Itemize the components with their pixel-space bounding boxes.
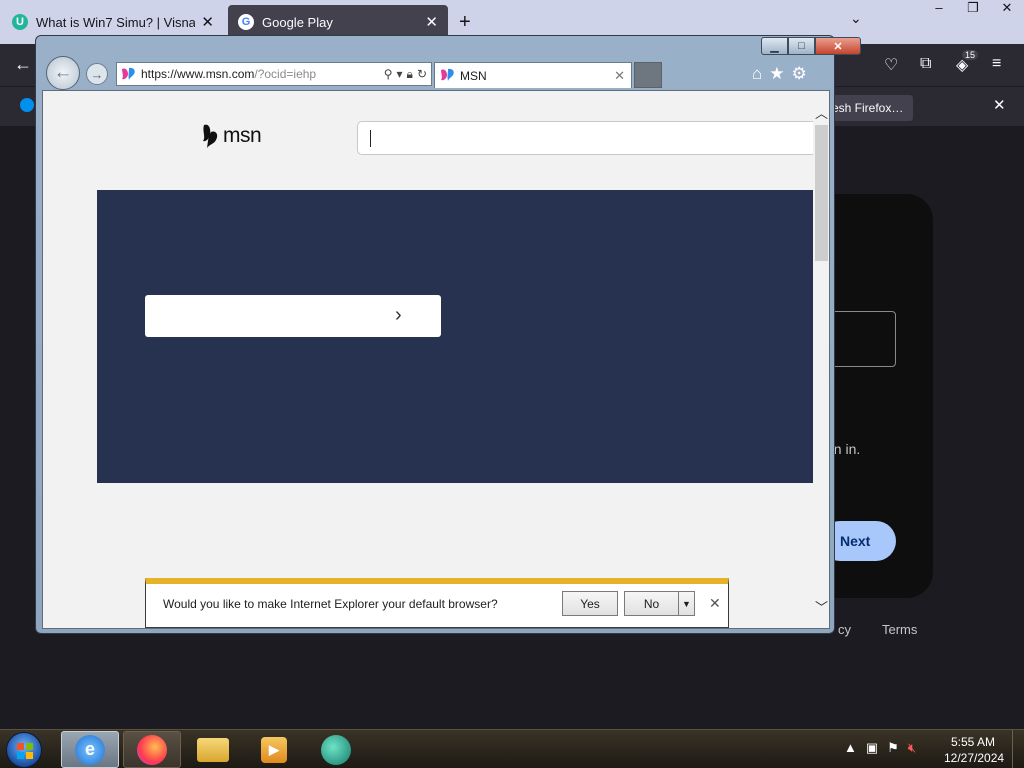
home-icon[interactable]: ⌂ bbox=[752, 64, 762, 84]
firefox-icon bbox=[137, 734, 167, 765]
taskbar-media-player[interactable]: ▶ bbox=[245, 731, 303, 768]
msn-logo[interactable]: msn bbox=[201, 123, 262, 149]
tab-title: MSN bbox=[460, 68, 487, 83]
search-icon[interactable]: ⚲ bbox=[384, 67, 393, 81]
ie-command-icons: ⌂ ★ ⚙ bbox=[752, 64, 807, 84]
internet-explorer-window: ▁ □ ✕ ← → https://www.msn.com/?ocid=iehp… bbox=[35, 35, 861, 634]
taskbar-internet-explorer[interactable]: e bbox=[61, 731, 119, 768]
no-options-dropdown[interactable]: ▼ bbox=[678, 591, 695, 616]
file-explorer-icon bbox=[197, 737, 229, 762]
browser-globe-icon bbox=[321, 734, 351, 765]
scroll-thumb[interactable] bbox=[815, 125, 828, 261]
visnalize-favicon-icon: U bbox=[12, 14, 28, 30]
network-icon[interactable]: ▣ bbox=[866, 740, 878, 756]
show-hidden-icons-icon[interactable]: ▲ bbox=[844, 740, 857, 756]
address-url: https://www.msn.com/?ocid=iehp bbox=[141, 67, 317, 81]
default-browser-notification: Would you like to make Internet Explorer… bbox=[145, 578, 729, 628]
taskbar: e ▶ ▲ ▣ ⚑ 🔇︎ 5:55 AM 12/27/2024 bbox=[0, 729, 1024, 768]
text-caret bbox=[370, 130, 371, 147]
ie-toolbar: ← → https://www.msn.com/?ocid=iehp ⚲ ▾ 🔒… bbox=[42, 54, 830, 90]
list-all-tabs-icon[interactable]: ⌄ bbox=[850, 10, 862, 27]
close-icon[interactable]: ✕ bbox=[993, 96, 1006, 114]
clock-time: 5:55 AM bbox=[950, 735, 996, 749]
notification-message: Would you like to make Internet Explorer… bbox=[163, 597, 498, 611]
close-tab-icon[interactable]: ✕ bbox=[614, 68, 625, 84]
favorites-star-icon[interactable]: ★ bbox=[769, 64, 784, 84]
internet-explorer-icon: e bbox=[75, 734, 105, 765]
extension-badge: 15 bbox=[962, 50, 979, 60]
hamburger-menu-icon[interactable]: ≡ bbox=[992, 55, 1001, 73]
clock-date: 12/27/2024 bbox=[944, 751, 1005, 765]
ie-window-controls: ▁ □ ✕ bbox=[761, 37, 861, 55]
minimize-button[interactable]: ▁ bbox=[761, 37, 788, 55]
show-desktop-button[interactable] bbox=[1012, 730, 1024, 768]
info-icon bbox=[20, 98, 34, 112]
restore-icon[interactable]: ❐ bbox=[956, 0, 990, 20]
close-icon[interactable]: ✕ bbox=[709, 595, 721, 612]
dropdown-arrow-icon: ▼ bbox=[682, 598, 691, 609]
start-button[interactable] bbox=[6, 732, 42, 768]
privacy-link[interactable]: cy bbox=[838, 622, 851, 637]
maximize-button[interactable]: □ bbox=[788, 37, 815, 55]
msn-butterfly-icon bbox=[203, 124, 218, 148]
windows-logo-icon bbox=[17, 743, 33, 759]
volume-muted-icon[interactable]: 🔇︎ bbox=[908, 740, 916, 756]
forward-button[interactable]: → bbox=[86, 63, 108, 85]
action-center-flag-icon[interactable]: ⚑ bbox=[887, 740, 899, 756]
system-tray: ▲ ▣ ⚑ 🔇︎ bbox=[844, 740, 916, 756]
media-player-icon: ▶ bbox=[261, 736, 287, 763]
forward-arrow-icon: → bbox=[90, 66, 104, 82]
dropdown-arrow-icon[interactable]: ▾ bbox=[397, 67, 403, 81]
google-favicon-icon: G bbox=[238, 14, 254, 30]
back-arrow-icon: ← bbox=[53, 62, 73, 83]
tab-title: What is Win7 Simu? | Visnalize bbox=[36, 14, 196, 30]
new-tab-button[interactable] bbox=[634, 62, 662, 88]
refresh-icon[interactable]: ↻ bbox=[417, 67, 427, 81]
taskbar-firefox[interactable] bbox=[123, 731, 181, 768]
pocket-icon[interactable]: ♡ bbox=[884, 55, 898, 75]
chevron-right-icon: › bbox=[395, 304, 402, 326]
back-arrow-icon[interactable]: ← bbox=[14, 54, 32, 75]
settings-gear-icon[interactable]: ⚙ bbox=[792, 64, 807, 84]
msn-favicon-icon bbox=[441, 68, 454, 81]
tab-msn[interactable]: MSN ✕ bbox=[434, 62, 632, 88]
no-button[interactable]: No bbox=[624, 591, 679, 616]
msn-hero-banner: › bbox=[97, 190, 813, 483]
close-button[interactable]: ✕ bbox=[815, 37, 861, 55]
taskbar-file-explorer[interactable] bbox=[184, 731, 242, 768]
firefox-window-controls: – ❐ ✕ bbox=[922, 0, 1024, 20]
scroll-up-icon[interactable]: ︿ bbox=[815, 103, 828, 122]
yes-button[interactable]: Yes bbox=[562, 591, 618, 616]
search-input[interactable] bbox=[357, 121, 817, 155]
clock[interactable]: 5:55 AM 12/27/2024 bbox=[944, 734, 1005, 766]
new-tab-icon[interactable]: + bbox=[459, 11, 471, 34]
close-tab-icon[interactable]: ✕ bbox=[201, 13, 214, 31]
msn-logo-text: msn bbox=[223, 124, 262, 147]
address-bar[interactable]: https://www.msn.com/?ocid=iehp ⚲ ▾ 🔒︎ ↻ bbox=[116, 62, 432, 86]
msn-favicon-icon bbox=[122, 67, 135, 80]
firefox-tab-visnalize[interactable]: U What is Win7 Simu? | Visnalize ✕ bbox=[2, 5, 224, 39]
taskbar-browser[interactable] bbox=[307, 731, 365, 768]
lock-icon[interactable]: 🔒︎ bbox=[407, 67, 413, 82]
tab-title: Google Play bbox=[262, 14, 333, 30]
back-button[interactable]: ← bbox=[46, 56, 80, 90]
minimize-icon[interactable]: – bbox=[922, 0, 956, 20]
vertical-scrollbar[interactable]: ︿ ﹀ bbox=[813, 103, 829, 617]
close-tab-icon[interactable]: ✕ bbox=[425, 13, 438, 31]
hero-link-card[interactable]: › bbox=[145, 295, 441, 337]
ie-page-content: msn › ︿ ﹀ Would you like to make Interne… bbox=[42, 90, 830, 629]
extensions-icon[interactable]: ⧉ bbox=[920, 55, 931, 73]
scroll-down-icon[interactable]: ﹀ bbox=[815, 597, 828, 616]
close-icon[interactable]: ✕ bbox=[990, 0, 1024, 20]
firefox-tab-google-play[interactable]: G Google Play ✕ bbox=[228, 5, 448, 39]
terms-link[interactable]: Terms bbox=[882, 622, 917, 637]
refresh-firefox-button[interactable]: esh Firefox… bbox=[826, 95, 913, 121]
